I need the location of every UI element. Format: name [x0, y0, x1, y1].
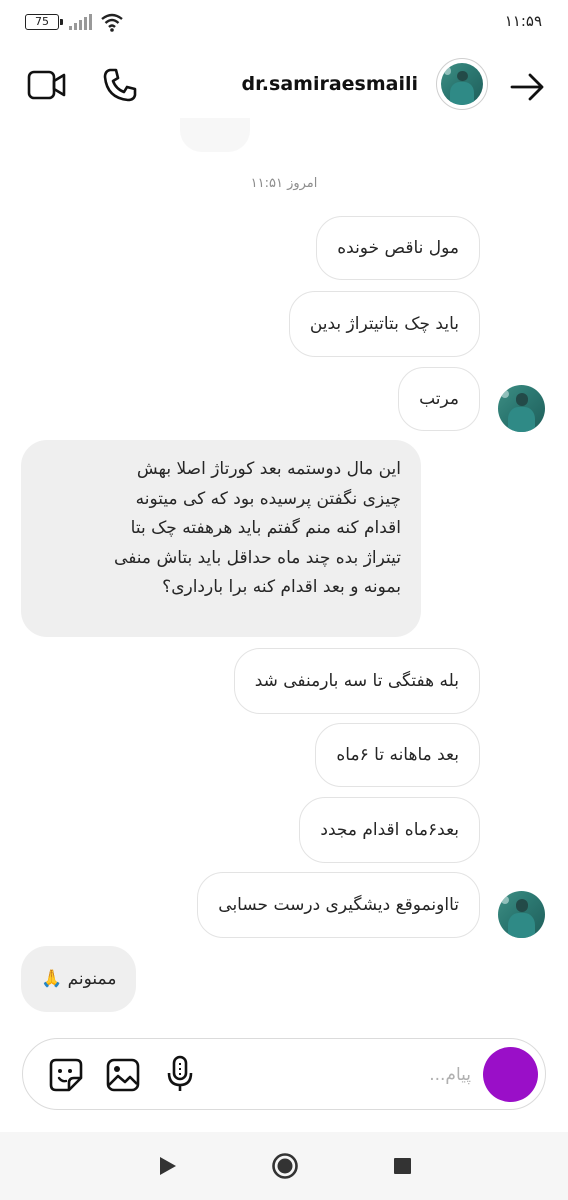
message-line: این مال دوستمه بعد کورتاژ اصلا بهش — [136, 459, 401, 479]
message-line: تیتراژ بده چند ماه حداقل باید بتاش منفی — [114, 547, 401, 568]
phone-icon[interactable] — [101, 66, 139, 104]
system-nav-bar — [0, 1132, 568, 1200]
message-line: بمونه و بعد اقدام کنه برا بارداری؟ — [162, 577, 401, 597]
microphone-icon[interactable] — [165, 1055, 195, 1093]
nav-recents-icon[interactable] — [394, 1158, 411, 1174]
gallery-icon[interactable] — [105, 1057, 141, 1093]
message-bubble[interactable]: مرتب — [398, 367, 480, 431]
message-bubble[interactable]: مول ناقص خونده — [316, 216, 480, 280]
nav-back-icon[interactable] — [158, 1156, 178, 1176]
message-line: اقدام کنه منم گفتم باید هرهفته چک بتا — [130, 518, 401, 538]
message-bubble[interactable]: بله هفتگی تا سه بارمنفی شد — [233, 648, 480, 714]
status-bar: 75 ۱۱:۵۹ — [0, 0, 568, 44]
back-arrow-icon[interactable] — [509, 72, 545, 102]
message-input[interactable] — [223, 1057, 473, 1093]
camera-icon[interactable] — [483, 1047, 538, 1102]
header-avatar[interactable] — [436, 58, 488, 110]
message-bubble[interactable]: باید چک بتاتیتراژ بدین — [288, 291, 480, 357]
chat-username[interactable]: dr.samiraesmaili — [242, 73, 418, 95]
nav-home-icon[interactable] — [271, 1152, 299, 1180]
battery-icon: 75 — [25, 14, 63, 30]
video-call-icon[interactable] — [27, 69, 67, 101]
message-bubble[interactable]: بعد۶ماه اقدام مجدد — [299, 797, 480, 863]
signal-icon — [69, 14, 92, 30]
chat-timestamp: امروز ۱۱:۵۱ — [250, 176, 318, 191]
message-bubble[interactable]: این مال دوستمه بعد کورتاژ اصلا بهش چیزی … — [21, 440, 421, 637]
message-bubble[interactable]: ممنونم 🙏 — [21, 946, 137, 1012]
message-bubble[interactable]: تااونموقع دیشگیری درست حسابی — [197, 872, 480, 938]
message-composer — [22, 1038, 546, 1110]
message-line: چیزی نگفتن پرسیده بود که کی میتونه — [135, 488, 401, 509]
chat-header: dr.samiraesmaili — [0, 44, 568, 128]
wifi-icon — [101, 13, 123, 32]
status-time: ۱۱:۵۹ — [504, 12, 542, 30]
sender-avatar[interactable] — [498, 891, 545, 938]
sender-avatar[interactable] — [498, 385, 545, 432]
previous-message-edge — [180, 118, 250, 152]
sticker-icon[interactable] — [48, 1057, 84, 1093]
message-bubble[interactable]: بعد ماهانه تا ۶ماه — [315, 723, 480, 787]
avatar-image — [441, 63, 483, 105]
